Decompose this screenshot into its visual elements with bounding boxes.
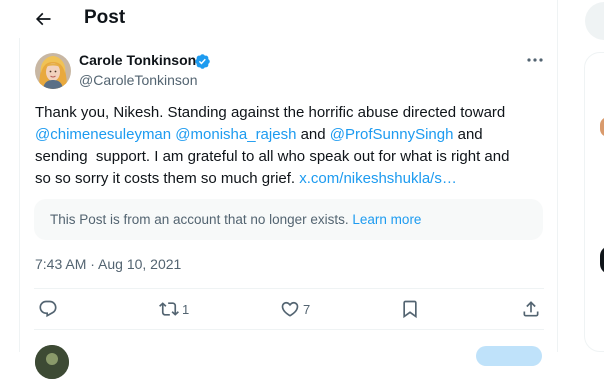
arrow-left-icon — [35, 12, 51, 26]
repost-icon — [159, 302, 179, 316]
bookmark-icon — [403, 300, 417, 319]
search-box[interactable] — [585, 2, 604, 40]
reply-composer-avatar — [35, 345, 69, 379]
tweet-text-line: sending support. I am grateful to all wh… — [35, 148, 510, 165]
tweet-text-fragment: and — [453, 126, 483, 143]
author-avatar[interactable] — [35, 53, 71, 89]
share-icon — [523, 301, 539, 317]
page-header: Post — [0, 0, 557, 38]
more-options-button[interactable] — [524, 52, 546, 68]
reply-icon — [39, 300, 57, 318]
main-column: Post Carole Tonkinson @CaroleTonkinson T… — [0, 0, 558, 379]
author-name[interactable]: Carole Tonkinson — [79, 52, 196, 68]
share-button[interactable] — [521, 298, 541, 320]
divider — [34, 329, 544, 330]
avatar-image — [35, 53, 71, 89]
mention-link[interactable]: @monisha_rajesh — [175, 126, 296, 143]
notice-message: This Post is from an account that no lon… — [50, 212, 353, 227]
author-handle[interactable]: @CaroleTonkinson — [79, 72, 198, 88]
repost-count: 1 — [182, 301, 190, 317]
tweet-text-line: Thank you, Nikesh. Standing against the … — [35, 104, 506, 121]
tweet-url-link[interactable]: x.com/nikeshshukla/s… — [299, 170, 457, 187]
page-title: Post — [84, 7, 126, 28]
tweet-timestamp[interactable]: 7:43 AM · Aug 10, 2021 — [35, 256, 181, 272]
right-sidebar — [558, 0, 604, 352]
tweet-text-fragment: and — [296, 126, 330, 143]
mention-link[interactable]: @ProfSunnySingh — [330, 126, 454, 143]
tweet-action-bar: 1 7 — [20, 289, 558, 329]
repost-button[interactable]: 1 — [159, 298, 189, 320]
verified-badge-icon — [194, 53, 211, 70]
sidebar-panel — [584, 52, 604, 352]
tweet-text-fragment: so so sorry it costs them so much grief. — [35, 170, 300, 187]
back-button[interactable] — [33, 9, 53, 29]
reply-submit-button[interactable] — [476, 346, 542, 366]
notice-text: This Post is from an account that no lon… — [50, 212, 421, 227]
like-count: 7 — [303, 301, 311, 317]
mention-link[interactable]: @chimenesuleyman — [35, 126, 171, 143]
bookmark-button[interactable] — [400, 298, 420, 320]
tweet-text: Thank you, Nikesh. Standing against the … — [35, 102, 550, 190]
heart-icon — [281, 301, 299, 317]
unavailable-quote-notice: This Post is from an account that no lon… — [34, 199, 543, 240]
tweet-text-line: @chimenesuleyman @monisha_rajesh and @Pr… — [35, 124, 550, 146]
more-horizontal-icon — [527, 58, 543, 62]
tweet-text-line: so so sorry it costs them so much grief.… — [35, 168, 550, 190]
learn-more-link[interactable]: Learn more — [352, 212, 421, 227]
tweet: Carole Tonkinson @CaroleTonkinson Thank … — [19, 38, 558, 379]
reply-button[interactable] — [38, 298, 61, 320]
like-button[interactable]: 7 — [280, 298, 310, 320]
